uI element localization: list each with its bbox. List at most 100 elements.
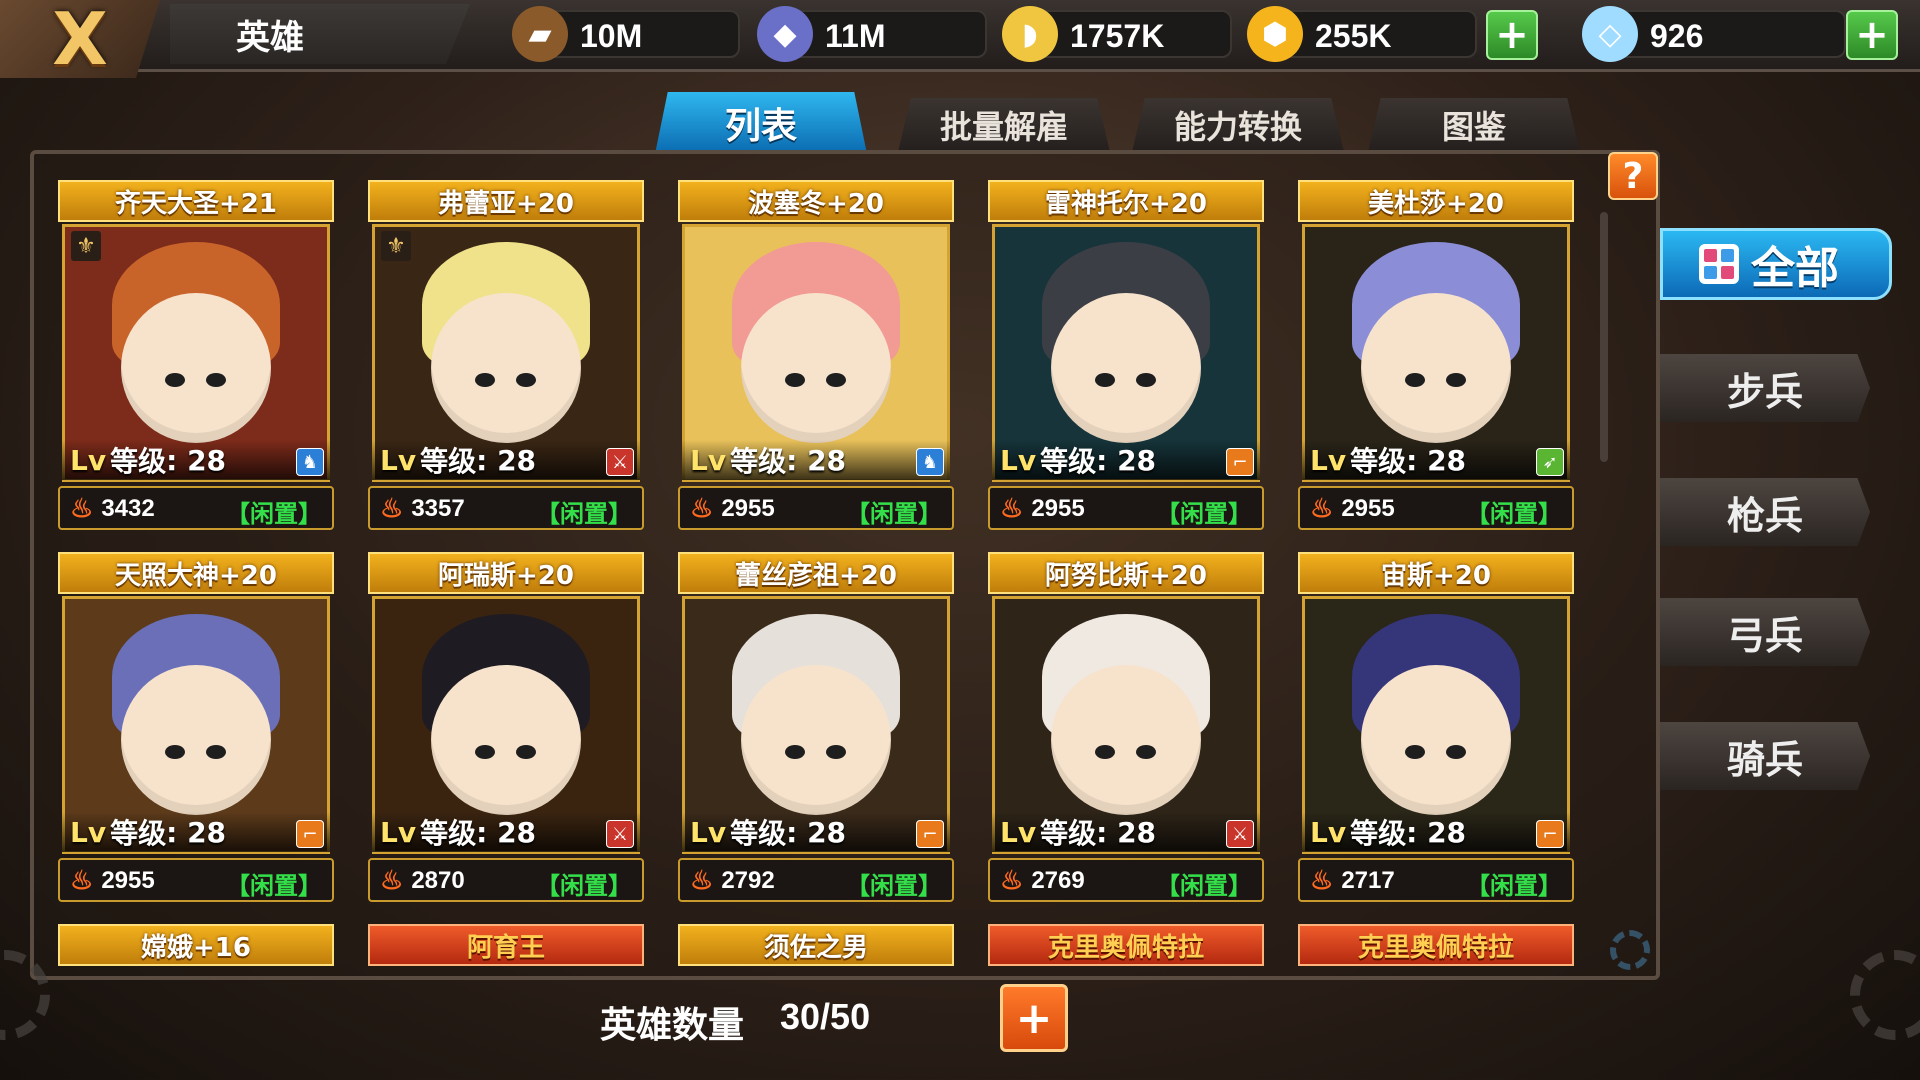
level-label: 等级 [420,445,477,478]
hero-power: ♨ 2769 [1000,865,1085,896]
hero-face [741,293,891,444]
gun-icon: ⌐ [916,820,944,848]
hero-name-partial[interactable]: 须佐之男 [678,924,954,966]
hero-eye [1404,373,1425,388]
cavalry-icon: ♞ [916,448,944,476]
level-value: 28 [1117,815,1157,849]
hero-face [1051,293,1201,444]
diamond-value: 926 [1650,18,1704,54]
tab-codex[interactable]: 图鉴 [1368,98,1580,152]
level-label: 等级 [420,817,477,850]
hero-power: ♨ 3432 [70,493,155,524]
level-separator: : [1406,443,1428,477]
add-hero-slot-button[interactable]: + [1000,984,1068,1052]
hero-card[interactable]: 蕾丝彦祖+20 Lv 等级 : 28 ⌐ ♨ 2792 【闲置】 [678,552,954,904]
add-diamond-button[interactable]: + [1846,10,1898,60]
hero-level: Lv 等级 : 28 [682,440,950,480]
cheese-icon: ◗ [1002,6,1058,62]
flame-icon: ♨ [690,493,714,523]
filter-spearman[interactable]: 枪兵 [1660,478,1870,546]
hero-level: Lv 等级 : 28 [62,812,330,852]
flame-icon: ♨ [380,865,404,895]
hero-level: Lv 等级 : 28 [1302,812,1570,852]
hero-name-partial[interactable]: 阿育王 [368,924,644,966]
scrollbar[interactable] [1600,212,1608,462]
tab-list[interactable]: 列表 [655,92,867,154]
flame-icon: ♨ [1310,865,1334,895]
hero-name-partial[interactable]: 克里奥佩特拉 [1298,924,1574,966]
hero-status: 【闲置】 [536,872,632,900]
power-value: 2955 [1031,494,1085,522]
hero-name: 蕾丝彦祖+20 [678,552,954,594]
tab-ability-convert[interactable]: 能力转换 [1132,98,1344,152]
level-separator: : [166,815,188,849]
level-separator: : [786,443,808,477]
hero-stats: ♨ 2955 【闲置】 [988,486,1264,530]
hero-name: 宙斯+20 [1298,552,1574,594]
hero-eye [474,373,495,388]
level-label: 等级 [730,817,787,850]
power-value: 2717 [1341,866,1395,894]
fleur-de-lis-icon: ⚜ [381,231,411,261]
level-label: 等级 [1040,817,1097,850]
gear-icon [1850,950,1920,1040]
hero-face [1361,665,1511,816]
level-label: 等级 [1350,445,1407,478]
hero-card[interactable]: 齐天大圣+21 ⚜ Lv 等级 : 28 ♞ ♨ 3432 【闲置】 [58,180,334,532]
level-separator: : [476,815,498,849]
hero-card[interactable]: 阿瑞斯+20 Lv 等级 : 28 ⚔ ♨ 2870 【闲置】 [368,552,644,904]
filter-all-button[interactable]: 全部 [1660,228,1892,300]
hero-eye [1404,745,1425,760]
level-label: 等级 [110,817,167,850]
cavalry-icon: ♞ [296,448,324,476]
power-value: 2955 [101,866,155,894]
hero-stats: ♨ 2717 【闲置】 [1298,858,1574,902]
filter-cavalry[interactable]: 骑兵 [1660,722,1870,790]
help-button[interactable]: ? [1608,152,1658,200]
bow-icon: ➶ [1536,448,1564,476]
hero-card[interactable]: 波塞冬+20 Lv 等级 : 28 ♞ ♨ 2955 【闲置】 [678,180,954,532]
hero-status: 【闲置】 [1156,500,1252,528]
hero-status: 【闲置】 [1466,872,1562,900]
hero-status: 【闲置】 [1156,872,1252,900]
filter-archer[interactable]: 弓兵 [1660,598,1870,666]
lv-icon: Lv [380,443,417,477]
filter-infantry[interactable]: 步兵 [1660,354,1870,422]
hero-level: Lv 等级 : 28 [682,812,950,852]
lv-icon: Lv [70,443,107,477]
gun-icon: ⌐ [1536,820,1564,848]
hero-card[interactable]: 天照大神+20 Lv 等级 : 28 ⌐ ♨ 2955 【闲置】 [58,552,334,904]
hero-stats: ♨ 2955 【闲置】 [1298,486,1574,530]
hero-name-partial[interactable]: 克里奥佩特拉 [988,924,1264,966]
hero-level: Lv 等级 : 28 [992,812,1260,852]
hero-card[interactable]: 阿努比斯+20 Lv 等级 : 28 ⚔ ♨ 2769 【闲置】 [988,552,1264,904]
level-separator: : [1096,443,1118,477]
close-button[interactable]: X [0,0,160,78]
level-separator: : [786,815,808,849]
hero-power: ♨ 2955 [690,493,775,524]
hero-status: 【闲置】 [846,500,942,528]
hero-power: ♨ 2717 [1310,865,1395,896]
lv-icon: Lv [1000,815,1037,849]
hero-power: ♨ 2792 [690,865,775,896]
hero-card[interactable]: 弗蕾亚+20 ⚜ Lv 等级 : 28 ⚔ ♨ 3357 【闲置】 [368,180,644,532]
tab-batch-dismiss[interactable]: 批量解雇 [898,98,1110,152]
hero-card[interactable]: 美杜莎+20 Lv 等级 : 28 ➶ ♨ 2955 【闲置】 [1298,180,1574,532]
resource-crystal: ◆ 11M [757,6,987,62]
lv-icon: Lv [70,815,107,849]
hero-name: 弗蕾亚+20 [368,180,644,222]
hero-power: ♨ 2955 [1310,493,1395,524]
power-value: 2955 [1341,494,1395,522]
hero-status: 【闲置】 [536,500,632,528]
add-resource-button[interactable]: + [1486,10,1538,60]
hero-power: ♨ 2955 [70,865,155,896]
hero-eye [1094,745,1115,760]
flame-icon: ♨ [690,865,714,895]
hero-name-partial[interactable]: 嫦娥+16 [58,924,334,966]
hero-face [431,665,581,816]
hero-card[interactable]: 雷神托尔+20 Lv 等级 : 28 ⌐ ♨ 2955 【闲置】 [988,180,1264,532]
hero-card[interactable]: 宙斯+20 Lv 等级 : 28 ⌐ ♨ 2717 【闲置】 [1298,552,1574,904]
hero-eye [164,745,185,760]
hero-status: 【闲置】 [226,500,322,528]
hero-stats: ♨ 3357 【闲置】 [368,486,644,530]
